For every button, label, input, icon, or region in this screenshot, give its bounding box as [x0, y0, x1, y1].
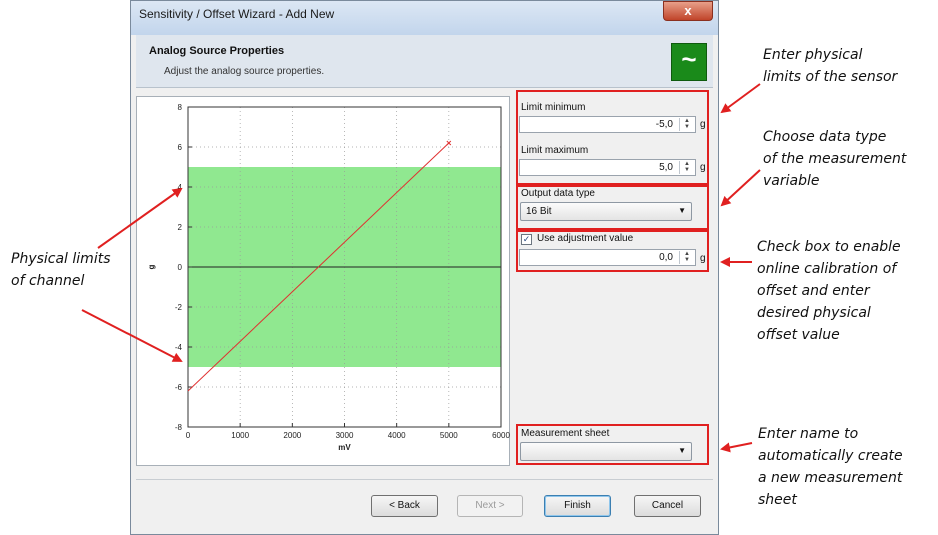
arrow-sensor-limits [720, 83, 761, 114]
arrow-data-type [720, 169, 761, 207]
arrow-channel-lower [81, 309, 183, 362]
arrow-sheet [720, 442, 753, 453]
annotation-arrows [81, 83, 761, 453]
arrow-channel-upper [97, 187, 183, 249]
